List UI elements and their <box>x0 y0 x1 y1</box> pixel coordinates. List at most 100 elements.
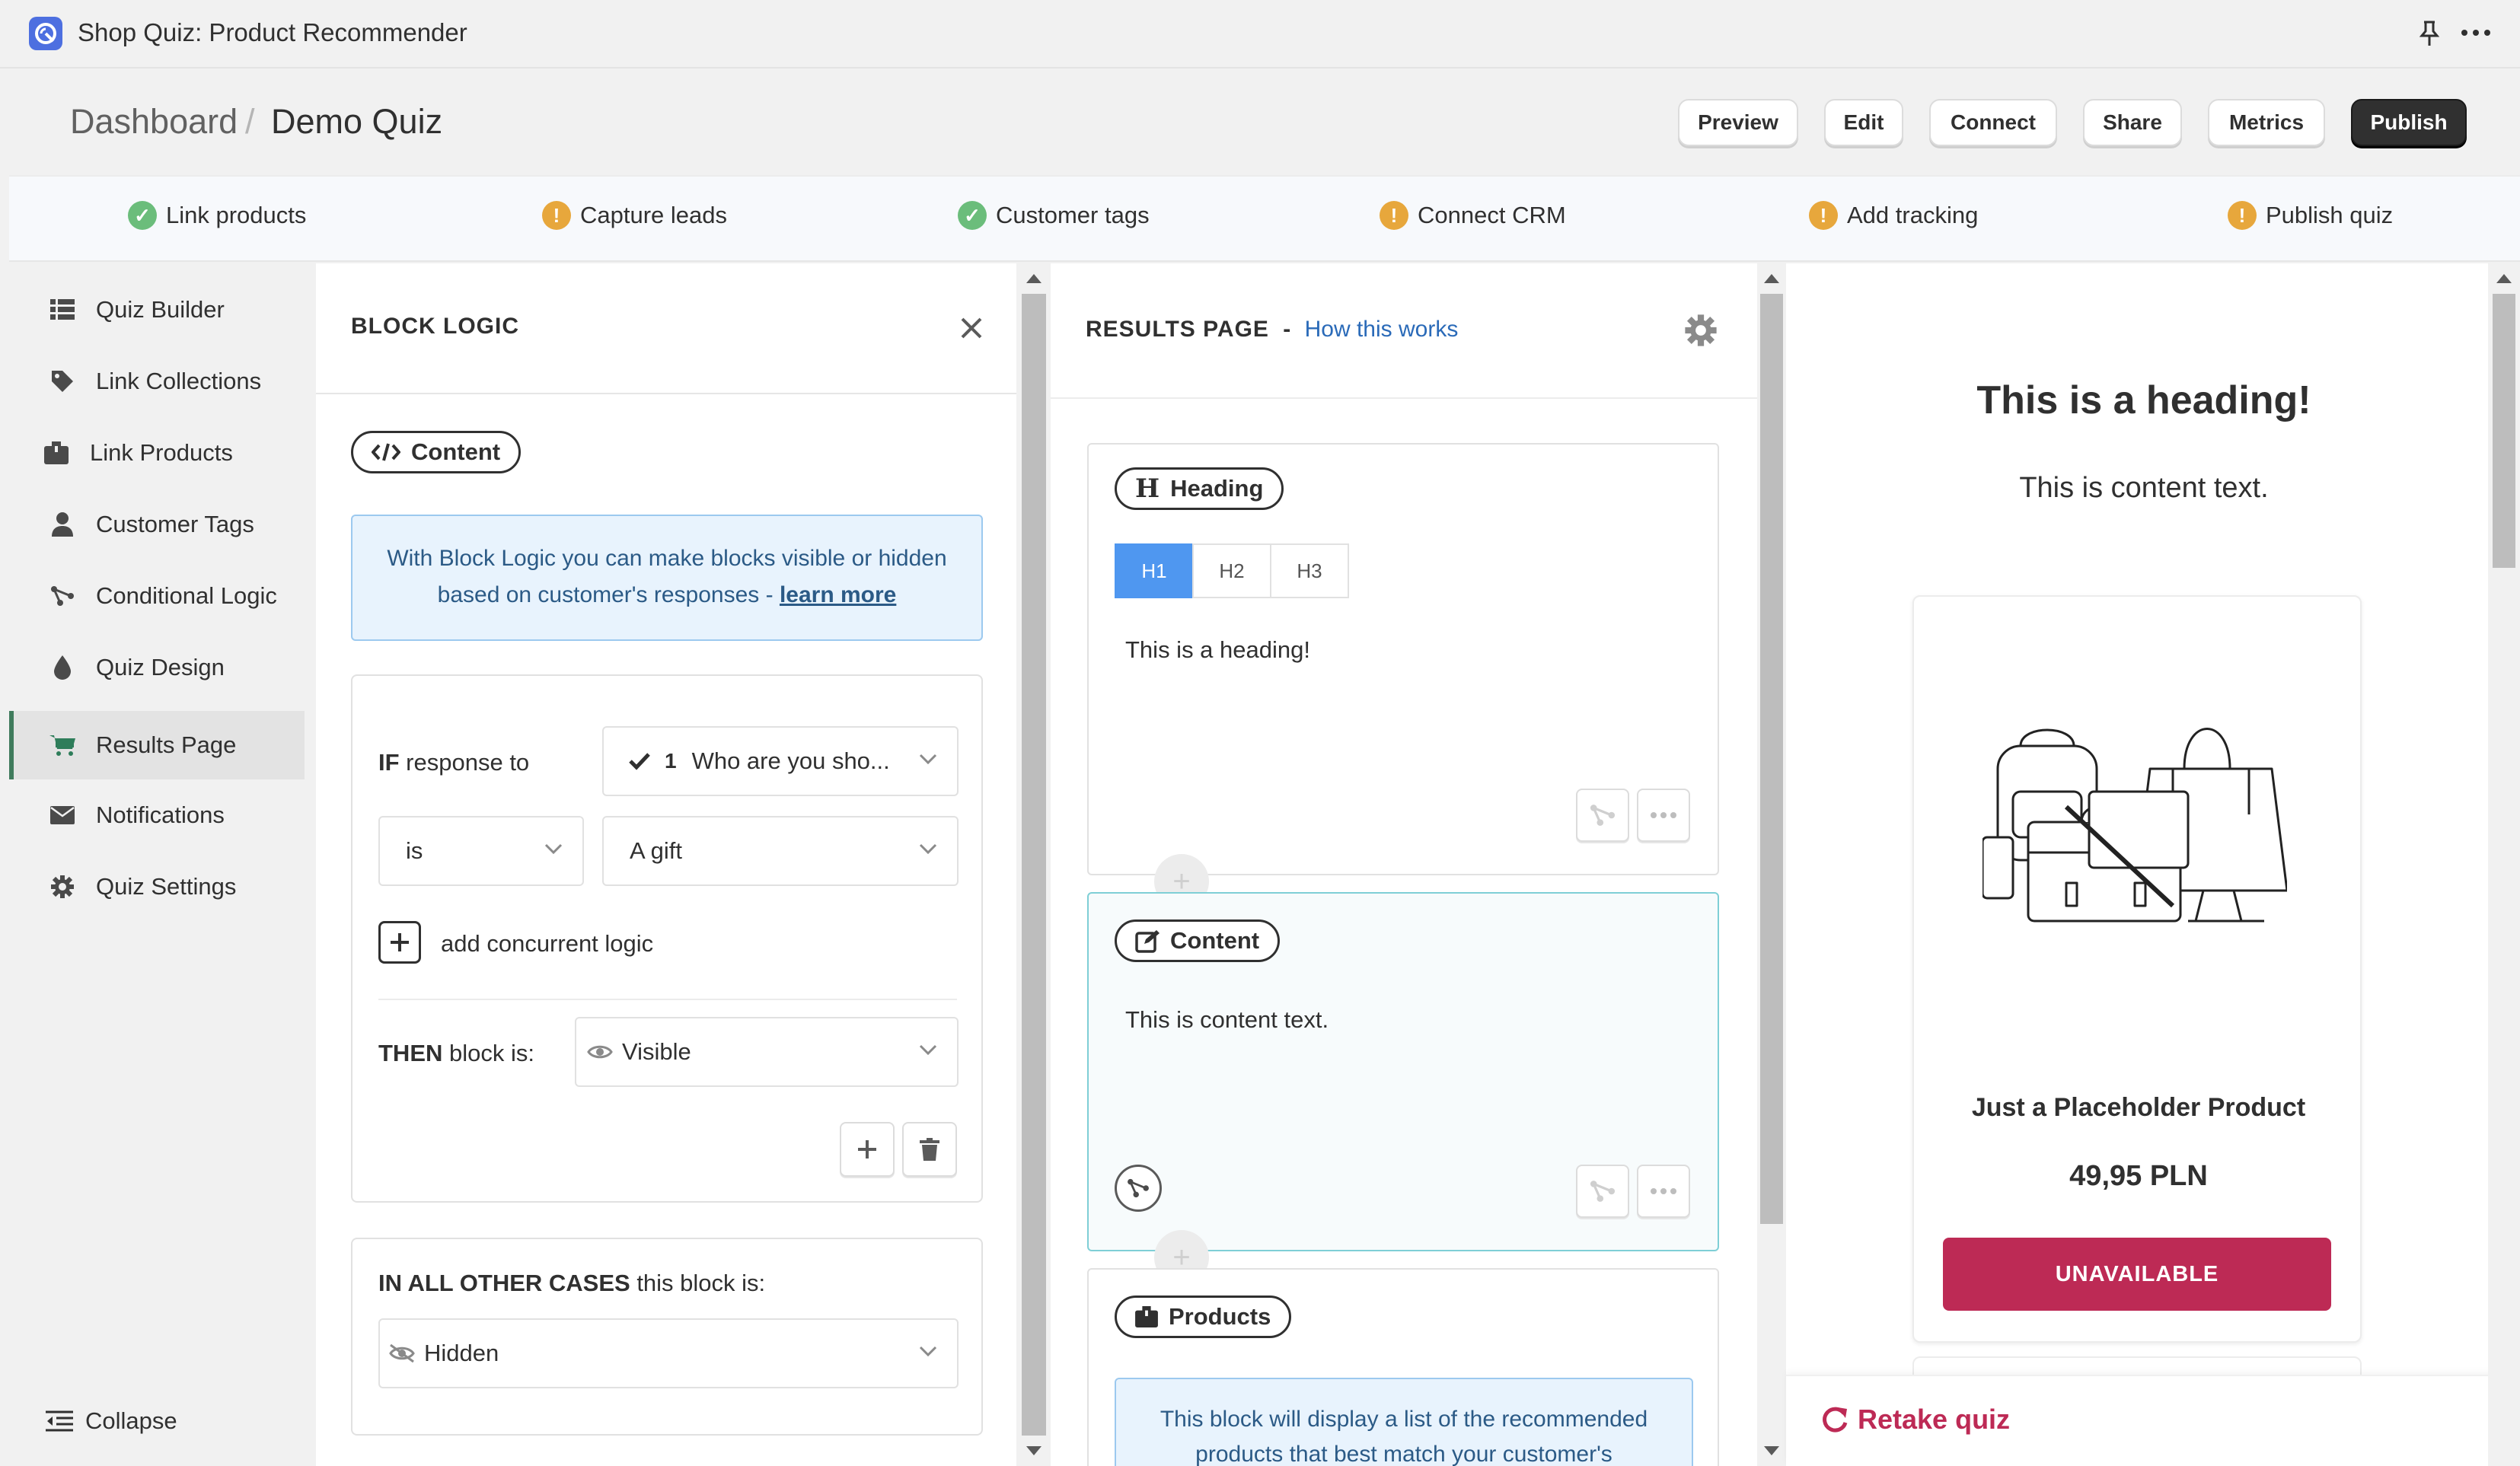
more-icon[interactable] <box>2461 29 2491 37</box>
scrollbar-thumb[interactable] <box>1760 294 1783 1224</box>
breadcrumb-dashboard[interactable]: Dashboard <box>70 102 238 142</box>
chevron-down-icon <box>919 754 937 764</box>
divider <box>378 999 957 1000</box>
block-more-button[interactable] <box>1637 1165 1690 1218</box>
branch-icon <box>1590 805 1616 826</box>
block-logic-button[interactable] <box>1576 1165 1629 1218</box>
unavailable-button[interactable]: UNAVAILABLE <box>1943 1238 2331 1311</box>
tab-h3[interactable]: H3 <box>1270 543 1349 598</box>
block-logic-title: BLOCK LOGIC <box>351 314 519 339</box>
delete-rule-button[interactable] <box>902 1122 957 1177</box>
then-select[interactable]: Visible <box>575 1017 959 1087</box>
box-icon <box>1135 1306 1158 1327</box>
answer-value: A gift <box>630 837 682 864</box>
sidebar-item-link-collections[interactable]: Link Collections <box>9 347 305 416</box>
sidebar-item-label: Notifications <box>96 802 225 828</box>
chevron-down-icon <box>544 843 563 854</box>
connect-button[interactable]: Connect <box>1929 99 2057 146</box>
operator-select[interactable]: is <box>378 816 584 886</box>
results-scrollbar[interactable] <box>1757 263 1786 1466</box>
preview-scrollbar[interactable] <box>2488 263 2520 1466</box>
sidebar-item-link-products[interactable]: Link Products <box>9 419 305 487</box>
retake-quiz-button[interactable]: Retake quiz <box>1821 1404 2010 1436</box>
sidebar-item-label: Quiz Design <box>96 654 225 680</box>
step-customer-tags[interactable]: ✓ Customer tags <box>958 201 1150 230</box>
step-link-products[interactable]: ✓ Link products <box>128 201 306 230</box>
product-card[interactable]: Just a Placeholder Product 49,95 PLN UNA… <box>1912 595 2362 1343</box>
question-value: Who are you sho... <box>691 747 890 774</box>
add-concurrent-label[interactable]: add concurrent logic <box>441 930 653 958</box>
step-publish-quiz[interactable]: ! Publish quiz <box>2228 201 2393 230</box>
content-text[interactable]: This is content text. <box>1125 1006 1329 1034</box>
sidebar-item-customer-tags[interactable]: Customer Tags <box>9 490 305 559</box>
sidebar-item-label: Results Page <box>96 731 237 758</box>
metrics-button[interactable]: Metrics <box>2208 99 2325 146</box>
scroll-up-icon[interactable] <box>1026 274 1041 283</box>
sidebar-item-quiz-design[interactable]: Quiz Design <box>9 633 305 702</box>
sidebar-item-notifications[interactable]: Notifications <box>9 781 305 849</box>
sidebar-item-results-page[interactable]: Results Page <box>9 711 305 779</box>
block-logic-header: BLOCK LOGIC <box>316 263 1016 394</box>
block-logic-button[interactable] <box>1576 789 1629 842</box>
heading-block[interactable]: H Heading H1 H2 H3 This is a heading! <box>1087 443 1719 875</box>
sidebar-item-quiz-settings[interactable]: Quiz Settings <box>9 853 305 921</box>
heading-text[interactable]: This is a heading! <box>1125 636 1310 664</box>
collapse-button[interactable]: Collapse <box>9 1387 305 1455</box>
scroll-down-icon[interactable] <box>1026 1446 1041 1455</box>
sidebar-item-label: Link Collections <box>96 368 262 394</box>
block-logic-scrollbar[interactable] <box>1019 263 1049 1466</box>
scrollbar-thumb[interactable] <box>1022 294 1046 1436</box>
retake-label: Retake quiz <box>1858 1404 2011 1435</box>
products-block[interactable]: Products This block will display a list … <box>1087 1268 1719 1466</box>
collapse-icon <box>44 1406 75 1436</box>
sidebar-item-conditional-logic[interactable]: Conditional Logic <box>9 562 305 630</box>
more-icon <box>1651 812 1676 818</box>
how-this-works-link[interactable]: How this works <box>1305 317 1459 342</box>
logic-active-indicator[interactable] <box>1115 1165 1162 1212</box>
scroll-down-icon[interactable] <box>1764 1446 1779 1455</box>
add-rule-button[interactable] <box>840 1122 895 1177</box>
question-select[interactable]: 1 Who are you sho... <box>602 726 959 796</box>
product-image-handbags <box>1983 700 2287 929</box>
scrollbar-thumb[interactable] <box>2493 294 2515 568</box>
title-bar: Shop Quiz: Product Recommender <box>0 0 2520 69</box>
share-button[interactable]: Share <box>2083 99 2182 146</box>
learn-more-link[interactable]: learn more <box>780 582 896 607</box>
then-value: Visible <box>622 1038 691 1065</box>
step-add-tracking[interactable]: ! Add tracking <box>1809 201 1978 230</box>
tab-h1[interactable]: H1 <box>1115 543 1194 598</box>
collapse-label: Collapse <box>85 1407 177 1434</box>
step-capture-leads[interactable]: ! Capture leads <box>542 201 727 230</box>
heading-pill-label: Heading <box>1170 475 1264 502</box>
else-value: Hidden <box>424 1340 499 1366</box>
plus-icon <box>858 1140 876 1158</box>
breadcrumb-separator: / <box>245 102 255 141</box>
check-circle-icon: ✓ <box>128 201 157 230</box>
tab-h2[interactable]: H2 <box>1192 543 1271 598</box>
settings-gear-icon[interactable] <box>1684 314 1718 347</box>
chevron-down-icon <box>919 1346 937 1356</box>
preview-button[interactable]: Preview <box>1678 99 1798 146</box>
sidebar: Quiz Builder Link Collections Link Produ… <box>9 263 316 1466</box>
step-label: Capture leads <box>580 202 728 228</box>
warning-circle-icon: ! <box>1380 201 1408 230</box>
pin-icon[interactable] <box>2418 20 2441 47</box>
box-icon <box>41 438 72 468</box>
answer-select[interactable]: A gift <box>602 816 959 886</box>
cart-icon <box>47 730 78 760</box>
add-concurrent-button[interactable] <box>378 921 421 964</box>
content-block[interactable]: Content This is content text. <box>1087 892 1719 1251</box>
block-more-button[interactable] <box>1637 789 1690 842</box>
publish-button[interactable]: Publish <box>2351 99 2467 146</box>
scroll-up-icon[interactable] <box>1764 274 1779 283</box>
then-label: THEN block is: <box>378 1040 534 1067</box>
step-connect-crm[interactable]: ! Connect CRM <box>1380 201 1566 230</box>
scroll-up-icon[interactable] <box>2496 274 2512 283</box>
sidebar-item-quiz-builder[interactable]: Quiz Builder <box>9 276 305 344</box>
close-icon[interactable] <box>960 317 983 339</box>
else-select[interactable]: Hidden <box>378 1318 959 1388</box>
block-logic-info: With Block Logic you can make blocks vis… <box>351 515 983 641</box>
eye-icon <box>587 1044 613 1060</box>
products-info: This block will display a list of the re… <box>1115 1378 1693 1466</box>
edit-button[interactable]: Edit <box>1824 99 1903 146</box>
